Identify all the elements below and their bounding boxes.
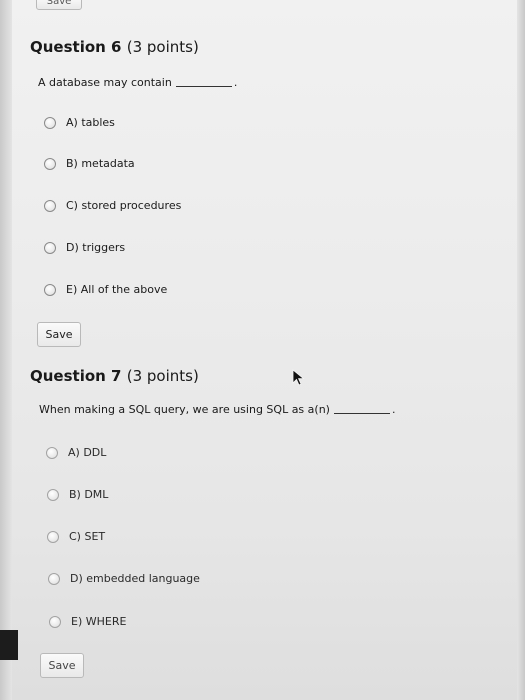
option-label: E) WHERE xyxy=(71,615,127,628)
q7-option-b[interactable]: B) DML xyxy=(47,488,108,501)
q6-option-c[interactable]: C) stored procedures xyxy=(44,199,181,212)
question-7-prompt: When making a SQL query, we are using SQ… xyxy=(39,403,330,416)
radio-button-icon[interactable] xyxy=(44,199,56,212)
option-label: C) stored procedures xyxy=(66,199,182,212)
quiz-page: Save Question 6 (3 points) A database ma… xyxy=(0,0,525,700)
question-6-points: (3 points) xyxy=(126,38,199,56)
option-label: B) DML xyxy=(69,488,109,501)
radio-button-icon[interactable] xyxy=(49,615,61,628)
question-7-text: When making a SQL query, we are using SQ… xyxy=(39,403,395,416)
screen-right-bezel xyxy=(517,0,525,700)
radio-button-icon[interactable] xyxy=(44,283,56,296)
q7-option-a[interactable]: A) DDL xyxy=(46,446,106,459)
screen-edge-shadow xyxy=(0,630,18,660)
question-6-prompt-end: . xyxy=(233,76,238,89)
answer-blank xyxy=(175,86,232,87)
radio-button-icon[interactable] xyxy=(48,572,60,585)
radio-button-icon[interactable] xyxy=(47,530,59,543)
question-6-title: Question 6 (3 points) xyxy=(30,38,199,56)
option-label: E) All of the above xyxy=(66,283,168,296)
option-label: B) metadata xyxy=(66,157,135,170)
save-button-previous[interactable]: Save xyxy=(36,0,82,10)
q6-option-d[interactable]: D) triggers xyxy=(44,241,125,254)
q6-option-a[interactable]: A) tables xyxy=(44,116,115,129)
q7-save-button[interactable]: Save xyxy=(40,653,84,678)
mouse-pointer-icon xyxy=(292,369,305,386)
radio-button-icon[interactable] xyxy=(44,157,56,170)
option-label: A) DDL xyxy=(68,446,107,459)
radio-button-icon[interactable] xyxy=(44,241,56,254)
question-7-number: Question 7 xyxy=(30,367,122,385)
q6-option-b[interactable]: B) metadata xyxy=(44,157,135,170)
question-7-points: (3 points) xyxy=(126,367,199,385)
option-label: D) triggers xyxy=(66,241,126,254)
q7-option-d[interactable]: D) embedded language xyxy=(48,572,200,585)
radio-button-icon[interactable] xyxy=(47,488,59,501)
question-7-title: Question 7 (3 points) xyxy=(30,367,199,385)
question-7-prompt-end: . xyxy=(391,403,396,416)
question-6-number: Question 6 xyxy=(30,38,122,56)
answer-blank xyxy=(333,413,390,414)
q6-save-button[interactable]: Save xyxy=(37,322,81,347)
radio-button-icon[interactable] xyxy=(46,446,58,459)
option-label: A) tables xyxy=(66,116,115,129)
option-label: C) SET xyxy=(69,530,106,543)
screen-left-bezel xyxy=(0,0,12,700)
radio-button-icon[interactable] xyxy=(44,116,56,129)
q7-option-e[interactable]: E) WHERE xyxy=(49,615,126,628)
question-6-text: A database may contain. xyxy=(38,76,237,89)
question-6-prompt: A database may contain xyxy=(38,76,172,89)
q7-option-c[interactable]: C) SET xyxy=(47,530,105,543)
option-label: D) embedded language xyxy=(70,572,200,585)
q6-option-e[interactable]: E) All of the above xyxy=(44,283,167,296)
